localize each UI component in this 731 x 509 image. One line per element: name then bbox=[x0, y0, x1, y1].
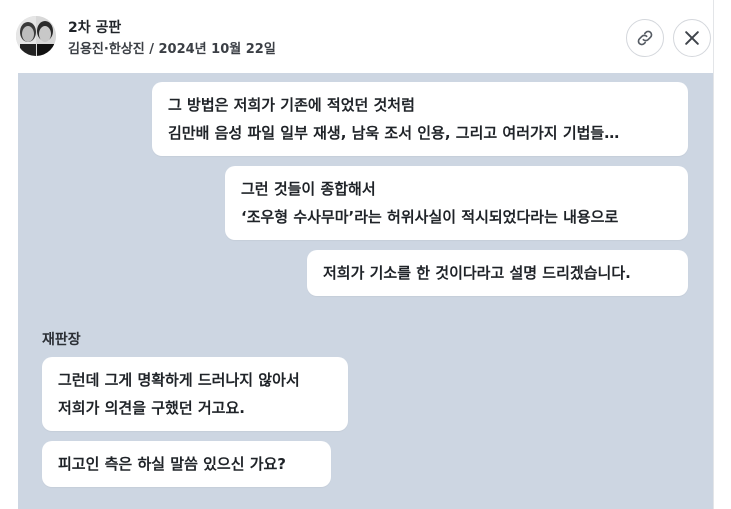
close-button[interactable] bbox=[673, 19, 711, 57]
message-line: 그 방법은 저희가 기존에 적었던 것처럼 bbox=[168, 96, 415, 114]
message-line: 피고인 측은 하실 말씀 있으신 가요? bbox=[58, 455, 287, 473]
message-bubble: 그 방법은 저희가 기존에 적었던 것처럼 김만배 음성 파일 일부 재생, 남… bbox=[152, 82, 688, 156]
link-icon bbox=[637, 30, 653, 46]
message-line: 저희가 의견을 구했던 거고요. bbox=[58, 399, 245, 417]
message-line: 저희가 기소를 한 것이다라고 설명 드리겠습니다. bbox=[323, 264, 631, 282]
message-bubble: 그런데 그게 명확하게 드러나지 않아서 저희가 의견을 구했던 거고요. bbox=[42, 357, 348, 431]
avatar bbox=[16, 16, 56, 56]
message-line: ‘조우형 수사무마’라는 허위사실이 적시되었다라는 내용으로 bbox=[241, 208, 619, 226]
close-icon bbox=[685, 31, 699, 45]
speaker-name: 재판장 bbox=[42, 332, 81, 348]
page-subtitle: 김용진·한상진 / 2024년 10월 22일 bbox=[68, 42, 276, 57]
header: 2차 공판 김용진·한상진 / 2024년 10월 22일 bbox=[0, 0, 713, 73]
copy-link-button[interactable] bbox=[626, 19, 664, 57]
chat-area: 그 방법은 저희가 기존에 적었던 것처럼 김만배 음성 파일 일부 재생, 남… bbox=[18, 73, 713, 509]
message-bubble: 저희가 기소를 한 것이다라고 설명 드리겠습니다. bbox=[307, 250, 688, 296]
message-bubble: 피고인 측은 하실 말씀 있으신 가요? bbox=[42, 441, 331, 487]
avatar-image bbox=[16, 16, 56, 56]
message-bubble: 그런 것들이 종합해서 ‘조우형 수사무마’라는 허위사실이 적시되었다라는 내… bbox=[225, 166, 688, 240]
message-line: 그런 것들이 종합해서 bbox=[241, 180, 376, 198]
message-line: 그런데 그게 명확하게 드러나지 않아서 bbox=[58, 371, 300, 389]
message-line: 김만배 음성 파일 일부 재생, 남욱 조서 인용, 그리고 여러가지 기법들… bbox=[168, 124, 620, 142]
page-title: 2차 공판 bbox=[68, 20, 122, 36]
divider bbox=[713, 0, 714, 509]
